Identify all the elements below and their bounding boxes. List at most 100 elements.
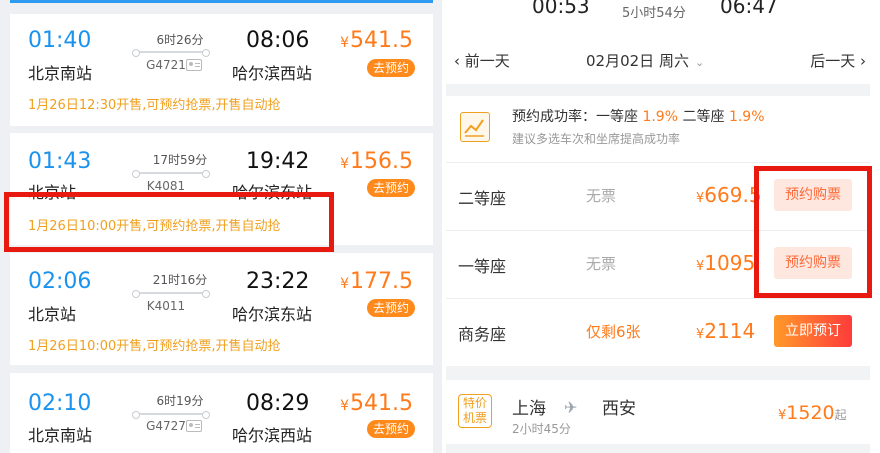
train-list-panel: 01:40 北京南站 6时26分 G4721 08:06 哈尔滨西站 ¥541.… xyxy=(0,0,442,453)
seat-price: ¥669.5 xyxy=(696,183,762,207)
train-card[interactable]: 02:06 北京站 21时16分 K4011 23:22 哈尔滨东站 ¥177.… xyxy=(10,253,433,365)
reserve-button[interactable]: 去预约 xyxy=(366,299,415,317)
travel-duration: 21时16分 xyxy=(152,273,208,287)
top-departure-time: 00:53 xyxy=(532,0,590,18)
section-divider xyxy=(446,366,870,380)
flight-promo[interactable]: 特价 机票 上海 ✈ 西安 2小时45分 ¥1520起 xyxy=(446,380,870,444)
arrival-time: 23:22 xyxy=(246,269,310,294)
departure-station: 北京南站 xyxy=(28,426,93,445)
duration-line xyxy=(132,411,210,419)
flight-duration: 2小时45分 xyxy=(512,422,571,436)
previous-day-label: 前一天 xyxy=(464,52,510,70)
section-divider xyxy=(446,84,870,96)
airplane-icon: ✈ xyxy=(564,398,578,417)
next-day-label: 后一天 xyxy=(810,52,856,70)
second-class-label: 二等座 xyxy=(682,109,725,125)
flight-tag-line1: 特价 xyxy=(462,396,487,410)
departure-station: 北京站 xyxy=(28,305,77,324)
flight-destination: 西安 xyxy=(602,399,636,419)
departure-time: 01:40 xyxy=(28,28,92,53)
next-day-button[interactable]: 后一天 › xyxy=(810,50,866,71)
departure-station: 北京南站 xyxy=(28,64,93,83)
price-value: 177.5 xyxy=(350,269,413,294)
price-suffix: 起 xyxy=(834,408,847,422)
sale-notice: 1月26日12:30开售,可预约抢票,开售自动抢 xyxy=(28,98,281,113)
seat-type: 商务座 xyxy=(458,325,507,344)
header-strip xyxy=(10,0,433,3)
travel-duration: 6时19分 xyxy=(156,394,204,408)
seat-price-value: 669.5 xyxy=(704,183,762,207)
success-rate-text: 预约成功率：一等座 1.9% 二等座 1.9% xyxy=(512,106,765,126)
id-card-icon xyxy=(186,420,202,432)
ticket-price: ¥541.5 xyxy=(340,28,413,53)
train-card[interactable]: 02:10 北京南站 6时19分 G4727 08:29 哈尔滨西站 ¥541.… xyxy=(10,373,433,453)
seat-price: ¥1095 xyxy=(696,251,755,275)
success-rate-section: 预约成功率：一等座 1.9% 二等座 1.9% 建议多选车次和坐席提高成功率 xyxy=(446,96,870,160)
id-card-icon xyxy=(186,59,202,71)
seat-price-value: 1095 xyxy=(704,251,756,275)
currency-symbol: ¥ xyxy=(340,156,350,172)
previous-day-button[interactable]: ‹ 前一天 xyxy=(454,50,510,71)
duration-line xyxy=(132,170,210,178)
reserve-button[interactable]: 去预约 xyxy=(366,179,415,197)
reserve-button[interactable]: 去预约 xyxy=(366,59,415,77)
train-number: K4081 xyxy=(146,179,186,193)
duration-line xyxy=(132,290,210,298)
trend-chart-icon xyxy=(460,112,490,142)
seat-type: 二等座 xyxy=(458,189,507,208)
section-divider xyxy=(446,444,870,453)
chevron-left-icon: ‹ xyxy=(454,52,465,70)
seat-price: ¥2114 xyxy=(696,319,755,343)
train-number: K4011 xyxy=(146,299,186,313)
date-navigation: ‹ 前一天 02月02日 周六 ⌄ 后一天 › xyxy=(446,44,880,78)
top-duration: 5小时54分 xyxy=(622,6,686,21)
current-date: 02月02日 周六 xyxy=(586,52,689,70)
currency-symbol: ¥ xyxy=(340,398,350,414)
currency-symbol: ¥ xyxy=(340,35,350,51)
arrival-station: 哈尔滨西站 xyxy=(232,426,313,445)
ticket-price: ¥156.5 xyxy=(340,149,413,174)
price-value: 156.5 xyxy=(350,149,413,174)
price-value: 541.5 xyxy=(350,28,413,53)
book-now-button[interactable]: 立即预订 xyxy=(774,315,852,347)
departure-time: 01:43 xyxy=(28,149,92,174)
sale-notice: 1月26日10:00开售,可预约抢票,开售自动抢 xyxy=(28,339,281,354)
top-arrival-time: 06:47 xyxy=(720,0,778,18)
seat-row: 商务座 仅剩6张 ¥2114 立即预订 xyxy=(446,298,870,364)
reserve-button[interactable]: 去预约 xyxy=(366,420,415,438)
train-detail-panel: 00:53 5小时54分 06:47 ‹ 前一天 02月02日 周六 ⌄ 后一天 … xyxy=(446,0,880,453)
price-value: 541.5 xyxy=(350,391,413,416)
departure-time: 02:10 xyxy=(28,391,92,416)
chevron-down-icon: ⌄ xyxy=(694,56,705,69)
train-card[interactable]: 01:40 北京南站 6时26分 G4721 08:06 哈尔滨西站 ¥541.… xyxy=(10,14,433,126)
flight-tag: 特价 机票 xyxy=(458,394,492,428)
duration-line xyxy=(132,49,210,57)
highlight-box xyxy=(4,192,334,252)
departure-time: 02:06 xyxy=(28,269,92,294)
seat-availability: 仅剩6张 xyxy=(586,323,641,341)
seat-availability: 无票 xyxy=(586,187,617,205)
ticket-price: ¥177.5 xyxy=(340,269,413,294)
arrival-time: 08:06 xyxy=(246,28,310,53)
flight-tag-line2: 机票 xyxy=(462,411,487,425)
travel-duration: 17时59分 xyxy=(152,153,208,167)
rate-tip: 建议多选车次和坐席提高成功率 xyxy=(512,132,681,146)
arrival-station: 哈尔滨东站 xyxy=(232,305,313,324)
flight-origin: 上海 xyxy=(512,399,546,419)
seat-price-value: 2114 xyxy=(704,319,756,343)
arrival-time: 19:42 xyxy=(246,149,310,174)
chevron-right-icon: › xyxy=(855,52,866,70)
rate-label: 预约成功率：一等座 xyxy=(512,109,638,125)
date-selector[interactable]: 02月02日 周六 ⌄ xyxy=(586,50,704,71)
seat-availability: 无票 xyxy=(586,255,617,273)
arrival-time: 08:29 xyxy=(246,391,310,416)
flight-price-value: 1520 xyxy=(786,402,835,424)
first-class-rate: 1.9% xyxy=(642,109,679,125)
travel-duration: 6时26分 xyxy=(156,33,204,47)
highlight-box xyxy=(754,166,872,298)
flight-price: ¥1520起 xyxy=(778,402,847,424)
ticket-price: ¥541.5 xyxy=(340,391,413,416)
arrival-station: 哈尔滨西站 xyxy=(232,64,313,83)
second-class-rate: 1.9% xyxy=(728,109,765,125)
seat-type: 一等座 xyxy=(458,257,507,276)
